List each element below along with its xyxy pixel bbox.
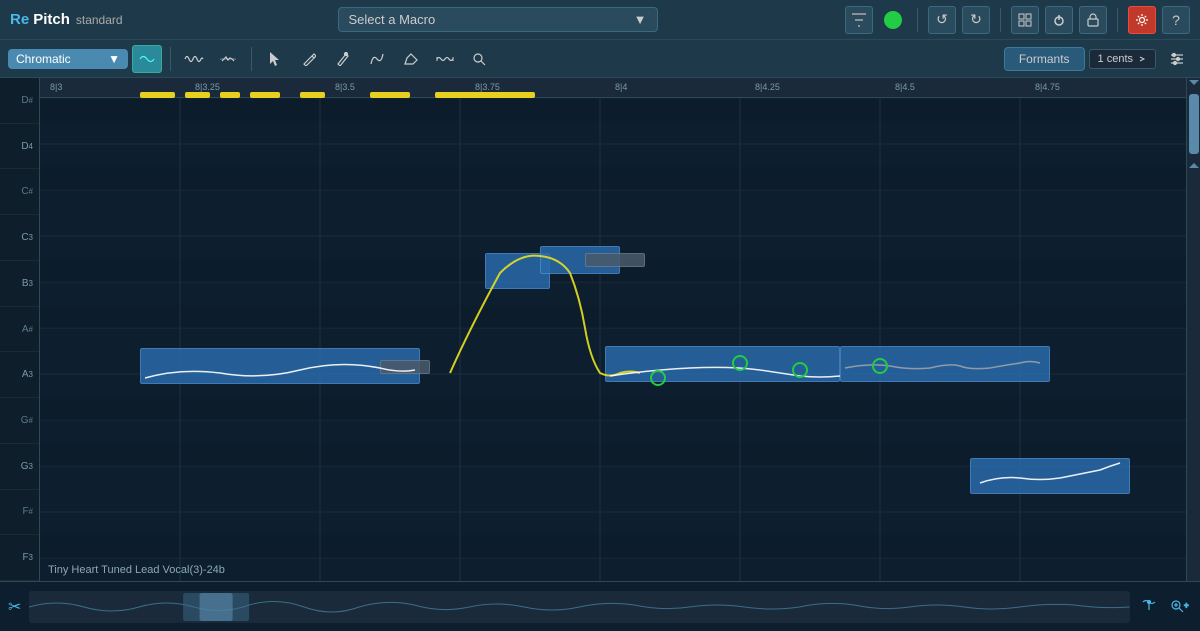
settings-button[interactable] — [1128, 6, 1156, 34]
pen-tool-button[interactable] — [328, 45, 358, 73]
toolbar: Chromatic ▼ — [0, 40, 1200, 78]
chromatic-select[interactable]: Chromatic ▼ — [8, 49, 128, 69]
eraser-tool-button[interactable] — [396, 45, 426, 73]
pitch-label-f3: F3 — [0, 535, 39, 581]
pitch-label-as: A# — [0, 307, 39, 353]
top-right-controls: ↺ ↻ ? — [845, 6, 1190, 34]
time-mark-6: 8|4.25 — [755, 82, 780, 92]
time-mark-4: 8|3.75 — [475, 82, 500, 92]
chromatic-label: Chromatic — [16, 52, 71, 66]
pitch-label-b3: B3 — [0, 261, 39, 307]
pitch-label-gs: G# — [0, 398, 39, 444]
pitch-label-c3: C3 — [0, 215, 39, 261]
time-mark-8: 8|4.75 — [1035, 82, 1060, 92]
chromatic-chevron-icon: ▼ — [108, 52, 120, 66]
waveform-settings-button[interactable] — [1138, 595, 1160, 618]
bezier-tool-button[interactable] — [362, 45, 392, 73]
note-block-6[interactable] — [970, 458, 1130, 494]
filter-button[interactable] — [845, 6, 873, 34]
snap-tool-button[interactable] — [132, 45, 162, 73]
formants-button[interactable]: Formants — [1004, 47, 1085, 71]
highlight-2 — [185, 92, 210, 98]
highlight-4 — [250, 92, 280, 98]
svg-text:+: + — [1184, 601, 1189, 610]
redo-button[interactable]: ↻ — [962, 6, 990, 34]
pitch-label-fs: F# — [0, 490, 39, 536]
highlight-5 — [300, 92, 325, 98]
logo-re: Re — [10, 11, 29, 28]
track-status-label: Tiny Heart Tuned Lead Vocal(3)-24b — [48, 564, 225, 576]
help-button[interactable]: ? — [1162, 6, 1190, 34]
cursor-tool-button[interactable] — [260, 45, 290, 73]
pitch-label-d4: D4 — [0, 124, 39, 170]
time-mark-2: 8|3.25 — [195, 82, 220, 92]
options-button[interactable] — [1162, 45, 1192, 73]
time-ruler: 8|3 8|3.25 8|3.5 8|3.75 8|4 8|4.25 8|4.5… — [40, 78, 1186, 98]
active-status-dot — [884, 11, 902, 29]
cents-value: 1 cents — [1098, 53, 1133, 65]
macro-select[interactable]: Select a Macro ▼ — [338, 7, 658, 32]
undo-button[interactable]: ↺ — [928, 6, 956, 34]
note-handle-1[interactable] — [380, 360, 430, 374]
right-scrollbar — [1186, 78, 1200, 581]
top-bar: RePitch standard Select a Macro ▼ ↺ ↻ — [0, 0, 1200, 40]
status-indicator — [879, 6, 907, 34]
highlight-1 — [140, 92, 175, 98]
pitch-curve-svg — [40, 98, 1186, 581]
bottom-bar: ✂ + — [0, 581, 1200, 631]
redo-icon: ↻ — [970, 11, 982, 28]
scroll-down-button[interactable] — [1189, 158, 1199, 168]
app-logo: RePitch standard — [10, 11, 150, 28]
highlight-3 — [220, 92, 240, 98]
pitch-label-g3: G3 — [0, 444, 39, 490]
pencil-tool-button[interactable] — [294, 45, 324, 73]
waveform-mini[interactable] — [29, 591, 1130, 623]
piano-roll[interactable]: 8|3 8|3.25 8|3.5 8|3.75 8|4 8|4.25 8|4.5… — [40, 78, 1186, 581]
highlight-7 — [435, 92, 535, 98]
waveform-svg — [29, 591, 1130, 623]
scissors-button[interactable]: ✂ — [8, 597, 21, 617]
scroll-thumb[interactable] — [1189, 94, 1199, 154]
pitch-labels: D# D4 C# C3 B3 A# A3 G# G3 F# F3 — [0, 78, 40, 581]
zoom-tool-button[interactable] — [464, 45, 494, 73]
time-mark-7: 8|4.5 — [895, 82, 915, 92]
pitch-label-ds: D# — [0, 78, 39, 124]
toolbar-sep-1 — [170, 47, 171, 71]
scroll-up-button[interactable] — [1189, 80, 1199, 90]
note-block-1[interactable] — [140, 348, 420, 384]
power-button[interactable] — [1045, 6, 1073, 34]
note-handle-2[interactable] — [585, 253, 645, 267]
time-mark-5: 8|4 — [615, 82, 627, 92]
waveform-tool-button[interactable] — [179, 45, 209, 73]
scatter-tool-button[interactable] — [213, 45, 243, 73]
bottom-right-controls: + — [1138, 595, 1192, 618]
grid-svg — [40, 98, 1186, 581]
grid-button[interactable] — [1011, 6, 1039, 34]
lock-button[interactable] — [1079, 6, 1107, 34]
cents-display: 1 cents — [1089, 49, 1156, 69]
logo-pitch: Pitch — [33, 11, 70, 28]
pitch-label-cs: C# — [0, 169, 39, 215]
separator-3 — [1117, 8, 1118, 32]
macro-select-wrap: Select a Macro ▼ — [158, 7, 837, 32]
toolbar-sep-2 — [251, 47, 252, 71]
macro-chevron-icon: ▼ — [634, 12, 647, 27]
separator — [917, 8, 918, 32]
help-icon: ? — [1172, 12, 1180, 28]
time-mark-3: 8|3.5 — [335, 82, 355, 92]
note-block-4[interactable] — [605, 346, 840, 382]
zoom-controls[interactable]: + — [1166, 595, 1192, 618]
pitch-label-a3: A3 — [0, 352, 39, 398]
undo-icon: ↺ — [936, 11, 948, 28]
note-block-5[interactable] — [840, 346, 1050, 382]
time-mark-1: 8|3 — [50, 82, 62, 92]
separator-2 — [1000, 8, 1001, 32]
highlight-6 — [370, 92, 410, 98]
macro-select-label: Select a Macro — [349, 12, 436, 27]
vibrato-tool-button[interactable] — [430, 45, 460, 73]
logo-standard: standard — [76, 13, 123, 27]
